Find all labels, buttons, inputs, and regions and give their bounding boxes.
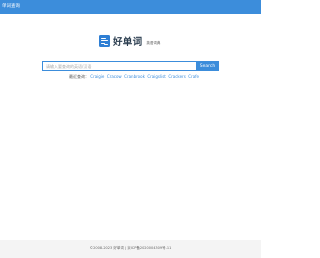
- recent-word-link[interactable]: Craigslist: [147, 74, 166, 79]
- search-button[interactable]: Search: [196, 61, 219, 71]
- page-footer: ©2008-2023 好单词 | 京ICP备2020004309号-11: [0, 240, 261, 258]
- search-input[interactable]: [42, 61, 196, 71]
- logo-subtitle: 英语词典: [146, 41, 161, 45]
- dictionary-logo-icon: [99, 35, 110, 47]
- recent-searches-label: 最近查询：: [69, 74, 89, 79]
- top-nav-bar: 单词查询: [0, 0, 261, 14]
- logo-name: 好单词: [113, 37, 143, 48]
- nav-title-link[interactable]: 单词查询: [2, 3, 20, 10]
- footer-copyright: ©2008-2023 好单词 | 京ICP备2020004309号-11: [89, 246, 172, 250]
- recent-word-link[interactable]: Crafe: [188, 74, 199, 79]
- recent-word-link[interactable]: Crackers: [168, 74, 185, 79]
- recent-searches: 最近查询： Craigie Cracow Cranbrook Craigslis…: [69, 74, 200, 80]
- recent-word-link[interactable]: Cracow: [107, 74, 122, 79]
- site-logo[interactable]: 好单词 英语词典: [99, 34, 160, 48]
- recent-word-link[interactable]: Cranbrook: [124, 74, 145, 79]
- recent-word-link[interactable]: Craigie: [90, 74, 104, 79]
- search-box: Search: [42, 61, 219, 71]
